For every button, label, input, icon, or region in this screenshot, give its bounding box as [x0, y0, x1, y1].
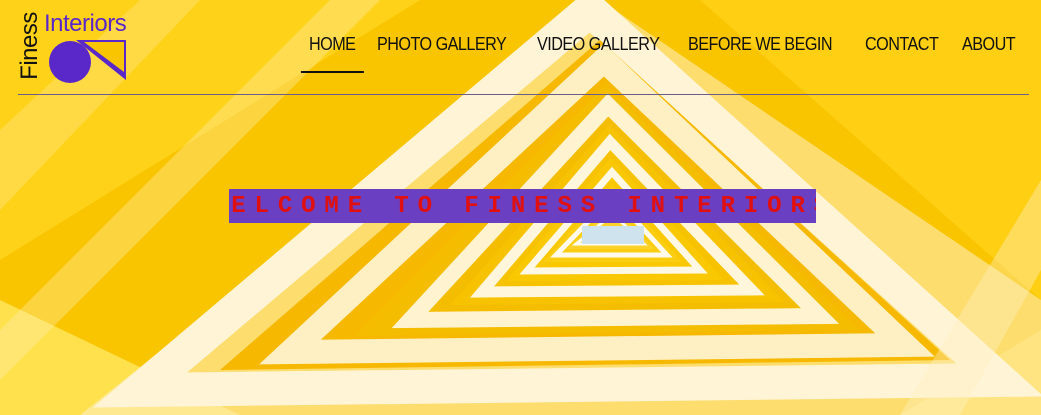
logo-shape-icon	[49, 40, 126, 83]
nav-item-video-gallery[interactable]: VIDEO GALLERY	[537, 34, 660, 72]
header-divider	[18, 94, 1029, 95]
logo-word-interiors: Interiors	[44, 10, 127, 37]
welcome-banner: WELCOME TO FINESS INTERIORS	[229, 189, 816, 223]
nav-item-before-we-begin[interactable]: BEFORE WE BEGIN	[688, 34, 833, 72]
nav-item-home[interactable]: HOME	[301, 34, 364, 73]
logo-word-finess: Finess	[16, 12, 43, 80]
site-logo[interactable]: Finess Interiors	[16, 10, 130, 84]
nav-item-about[interactable]: ABOUT	[962, 34, 1016, 72]
nav-item-contact[interactable]: CONTACT	[865, 34, 939, 72]
main-nav: HOME PHOTO GALLERY VIDEO GALLERY BEFORE …	[301, 34, 1021, 73]
welcome-banner-text: WELCOME TO FINESS INTERIORS	[229, 192, 816, 220]
site-header: Finess Interiors HOME PHOTO GALLERY VIDE…	[0, 0, 1041, 96]
nav-item-photo-gallery[interactable]: PHOTO GALLERY	[377, 34, 507, 72]
